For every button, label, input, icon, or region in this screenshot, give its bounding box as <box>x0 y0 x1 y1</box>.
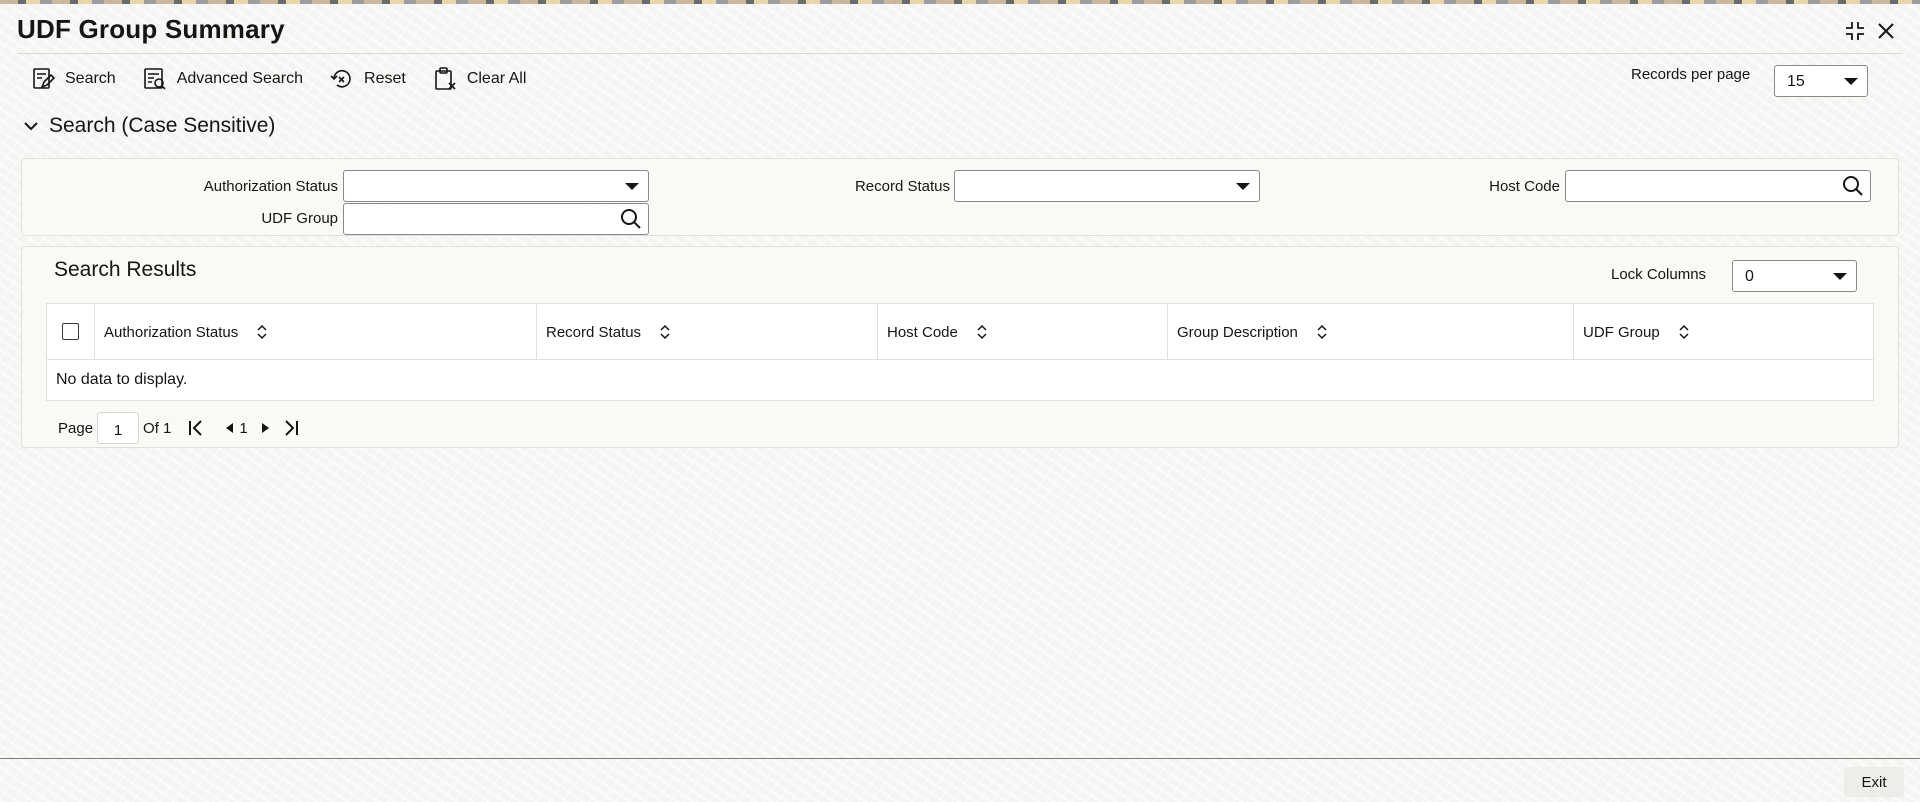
host-code-label: Host Code <box>1489 178 1560 195</box>
chevron-down-icon <box>1844 78 1858 85</box>
chevron-down-icon <box>1833 273 1847 280</box>
host-code-input[interactable] <box>1565 170 1871 202</box>
clear-all-button[interactable]: Clear All <box>432 66 527 92</box>
authorization-status-label: Authorization Status <box>203 178 338 195</box>
sort-icon[interactable] <box>1678 324 1690 340</box>
search-icon[interactable] <box>619 207 643 231</box>
empty-table-row: No data to display. <box>47 360 1873 400</box>
search-section-title: Search (Case Sensitive) <box>49 114 276 137</box>
search-section-toggle[interactable]: Search (Case Sensitive) <box>22 114 275 138</box>
advanced-search-button-label: Advanced Search <box>176 70 304 87</box>
sort-icon[interactable] <box>256 324 268 340</box>
clear-clipboard-icon <box>435 67 456 90</box>
reset-button-label: Reset <box>364 70 406 87</box>
page-count-label: Of 1 <box>143 419 172 437</box>
search-results-title: Search Results <box>54 258 197 281</box>
lock-columns-select[interactable]: 0 <box>1732 260 1857 292</box>
advanced-search-button[interactable]: Advanced Search <box>142 66 303 92</box>
table-header: Authorization Status Record Status Host … <box>47 304 1873 360</box>
last-page-icon[interactable] <box>280 417 302 439</box>
lock-columns-value: 0 <box>1745 268 1754 285</box>
record-status-label: Record Status <box>854 178 950 195</box>
column-header-host-code[interactable]: Host Code <box>877 304 1167 360</box>
lock-columns-label: Lock Columns <box>1611 266 1707 283</box>
records-per-page-select[interactable]: 15 <box>1774 65 1868 97</box>
search-button[interactable]: Search <box>30 66 116 92</box>
results-table: Authorization Status Record Status Host … <box>46 303 1874 401</box>
records-per-page-value: 15 <box>1787 73 1805 90</box>
udf-group-label: UDF Group <box>261 210 338 227</box>
title-bar: UDF Group Summary <box>0 4 1920 54</box>
column-header-label: UDF Group <box>1583 323 1660 341</box>
exit-button[interactable]: Exit <box>1844 767 1904 797</box>
empty-table-message: No data to display. <box>56 371 188 388</box>
first-page-icon[interactable] <box>185 417 207 439</box>
reset-icon <box>330 69 351 88</box>
column-header-label: Group Description <box>1177 323 1298 341</box>
authorization-status-select[interactable] <box>343 170 649 202</box>
reset-button[interactable]: Reset <box>329 66 406 92</box>
column-header-group-description[interactable]: Group Description <box>1167 304 1573 360</box>
current-page-indicator: 1 <box>239 419 248 437</box>
page-number-input[interactable]: 1 <box>97 412 140 444</box>
record-status-select[interactable] <box>954 170 1260 202</box>
search-button-label: Search <box>65 70 116 87</box>
search-form-icon <box>33 68 56 89</box>
column-header-label: Record Status <box>546 323 642 341</box>
title-divider <box>17 53 1902 54</box>
search-criteria-panel: Authorization Status Record Status Host … <box>21 158 1899 236</box>
close-icon[interactable] <box>1873 18 1899 44</box>
select-all-checkbox[interactable] <box>62 323 79 340</box>
next-page-icon[interactable] <box>254 417 269 439</box>
page-title: UDF Group Summary <box>17 14 285 44</box>
column-header-udf-group[interactable]: UDF Group <box>1573 304 1873 360</box>
chevron-down-icon <box>1236 183 1250 190</box>
records-per-page-label: Records per page <box>1631 66 1751 83</box>
toolbar: Search Advanced Search Reset Clear All <box>30 64 552 94</box>
footer-bar: Exit <box>0 758 1920 802</box>
sort-icon[interactable] <box>659 324 671 340</box>
sort-icon[interactable] <box>976 324 988 340</box>
column-header-label: Authorization Status <box>104 323 239 341</box>
search-icon[interactable] <box>1841 174 1865 198</box>
advanced-search-icon <box>143 68 166 90</box>
previous-page-icon[interactable] <box>219 417 234 439</box>
sort-icon[interactable] <box>1316 324 1328 340</box>
column-header-label: Host Code <box>887 323 958 341</box>
pagination: Page 1 Of 1 1 <box>58 412 302 444</box>
column-header-record-status[interactable]: Record Status <box>536 304 877 360</box>
chevron-down-icon <box>625 183 639 190</box>
page-label: Page <box>58 419 94 437</box>
clear-all-button-label: Clear All <box>466 70 527 87</box>
chevron-down-icon <box>24 122 38 131</box>
page-number-value: 1 <box>113 422 123 439</box>
udf-group-input[interactable] <box>343 203 649 235</box>
column-header-authorization-status[interactable]: Authorization Status <box>94 304 536 360</box>
collapse-arrows-icon[interactable] <box>1842 18 1868 44</box>
